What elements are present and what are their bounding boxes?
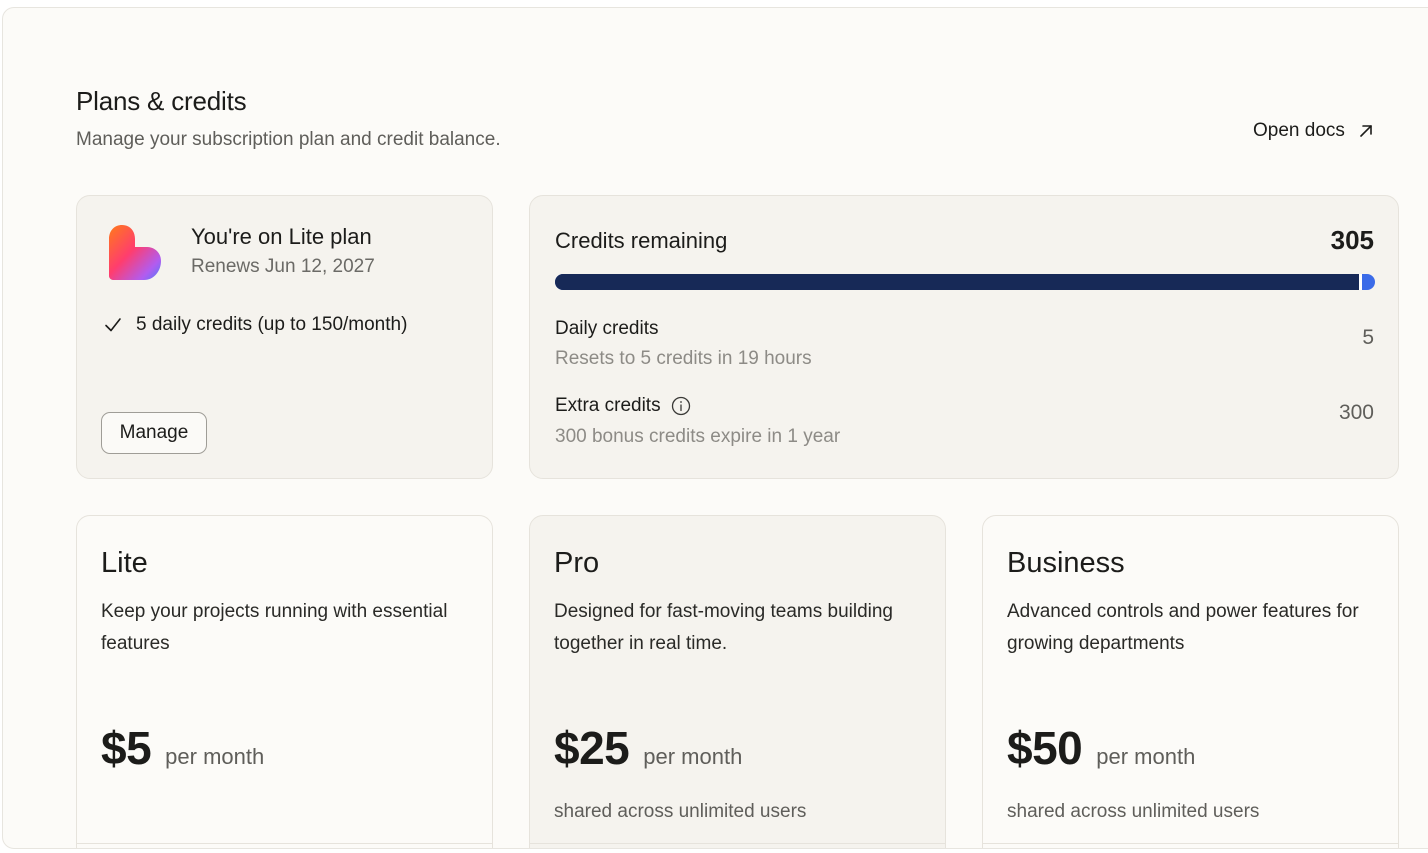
- daily-credits-value: 5: [1362, 326, 1374, 349]
- tier-price: $5: [101, 722, 152, 774]
- daily-credits-label: Daily credits: [555, 316, 658, 342]
- tier-description: Advanced controls and power features for…: [1007, 601, 1359, 654]
- plans-credits-panel: Plans & credits Manage your subscription…: [2, 7, 1428, 849]
- extra-credits-label: Extra credits: [555, 393, 691, 419]
- credits-progress-bar: [555, 274, 1375, 290]
- extra-credits-label-text: Extra credits: [555, 395, 661, 416]
- tier-description: Keep your projects running with essentia…: [101, 601, 448, 654]
- tier-note: shared across unlimited users: [554, 801, 807, 822]
- page-header: Plans & credits Manage your subscription…: [76, 84, 501, 153]
- tier-period: per month: [1096, 744, 1196, 769]
- tier-card-pro: Pro Designed for fast-moving teams build…: [529, 515, 946, 848]
- tier-price: $25: [554, 722, 630, 774]
- current-plan-card: You're on Lite plan Renews Jun 12, 2027 …: [76, 195, 493, 479]
- tier-price-row: $25 per month: [554, 720, 742, 776]
- daily-credits-reset: Resets to 5 credits in 19 hours: [555, 348, 812, 369]
- plan-feature: 5 daily credits (up to 150/month): [104, 312, 407, 338]
- tier-divider: [530, 843, 945, 844]
- plan-renewal-date: Renews Jun 12, 2027: [191, 256, 375, 277]
- tier-name: Pro: [554, 547, 600, 579]
- tier-period: per month: [165, 744, 265, 769]
- tier-note: shared across unlimited users: [1007, 801, 1260, 822]
- tier-price-row: $5 per month: [101, 720, 264, 776]
- page-subtitle: Manage your subscription plan and credit…: [76, 129, 501, 150]
- daily-credits-label-text: Daily credits: [555, 318, 659, 339]
- credits-title: Credits remaining: [555, 228, 728, 253]
- extra-credits-value: 300: [1338, 401, 1374, 424]
- tier-price: $50: [1007, 722, 1083, 774]
- open-docs-label: Open docs: [1253, 120, 1345, 141]
- tier-divider: [77, 843, 492, 844]
- arrow-up-right-icon: [1360, 125, 1372, 137]
- heart-logo-icon: [109, 225, 161, 280]
- plan-name: You're on Lite plan: [191, 224, 372, 249]
- credits-total: 305: [1330, 225, 1374, 255]
- extra-credits-expiry: 300 bonus credits expire in 1 year: [555, 426, 841, 447]
- tier-price-row: $50 per month: [1007, 720, 1195, 776]
- credits-remaining-card: Credits remaining 305 Daily credits Rese…: [529, 195, 1399, 479]
- info-icon[interactable]: [671, 396, 691, 416]
- tier-card-business: Business Advanced controls and power fea…: [982, 515, 1399, 848]
- tier-period: per month: [643, 744, 743, 769]
- manage-button[interactable]: Manage: [101, 412, 207, 454]
- tier-name: Lite: [101, 547, 148, 579]
- page-title: Plans & credits: [76, 86, 247, 116]
- tier-description: Designed for fast-moving teams building …: [554, 601, 894, 654]
- tier-name: Business: [1007, 547, 1125, 579]
- tier-card-lite: Lite Keep your projects running with ess…: [76, 515, 493, 848]
- plan-feature-text: 5 daily credits (up to 150/month): [136, 314, 408, 335]
- credits-progress-extra-fill: [555, 274, 1362, 290]
- tier-divider: [983, 843, 1398, 844]
- open-docs-link[interactable]: Open docs: [1253, 120, 1375, 142]
- check-icon: [105, 318, 121, 332]
